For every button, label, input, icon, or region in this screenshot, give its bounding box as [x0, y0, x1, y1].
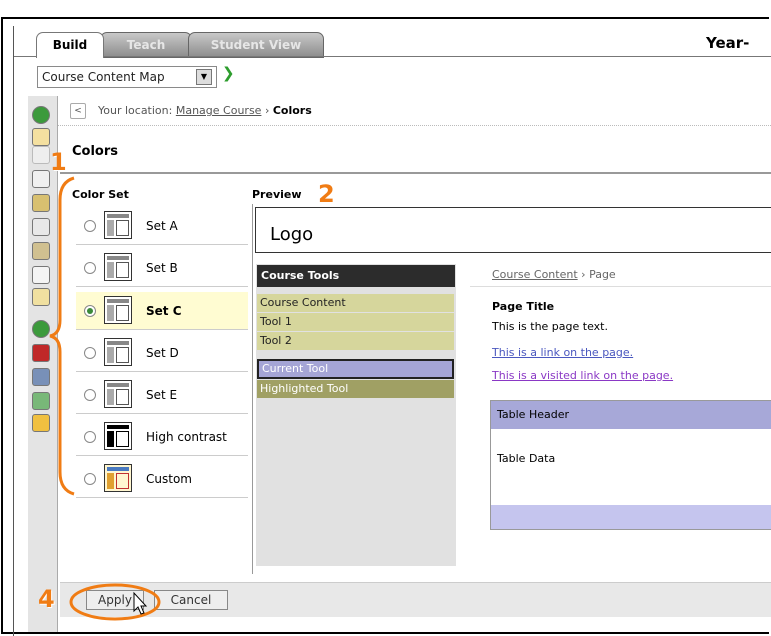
tab-build[interactable]: Build: [36, 32, 104, 58]
callout-number-4: 4: [38, 585, 55, 613]
cursor-arrow-icon: [133, 591, 148, 615]
callout-bracket-1: [49, 176, 75, 496]
callout-ellipse-4: [69, 583, 161, 621]
callout-overlay: [49, 176, 161, 621]
callout-number-2: 2: [318, 180, 335, 208]
callout-number-1: 1: [50, 148, 67, 176]
